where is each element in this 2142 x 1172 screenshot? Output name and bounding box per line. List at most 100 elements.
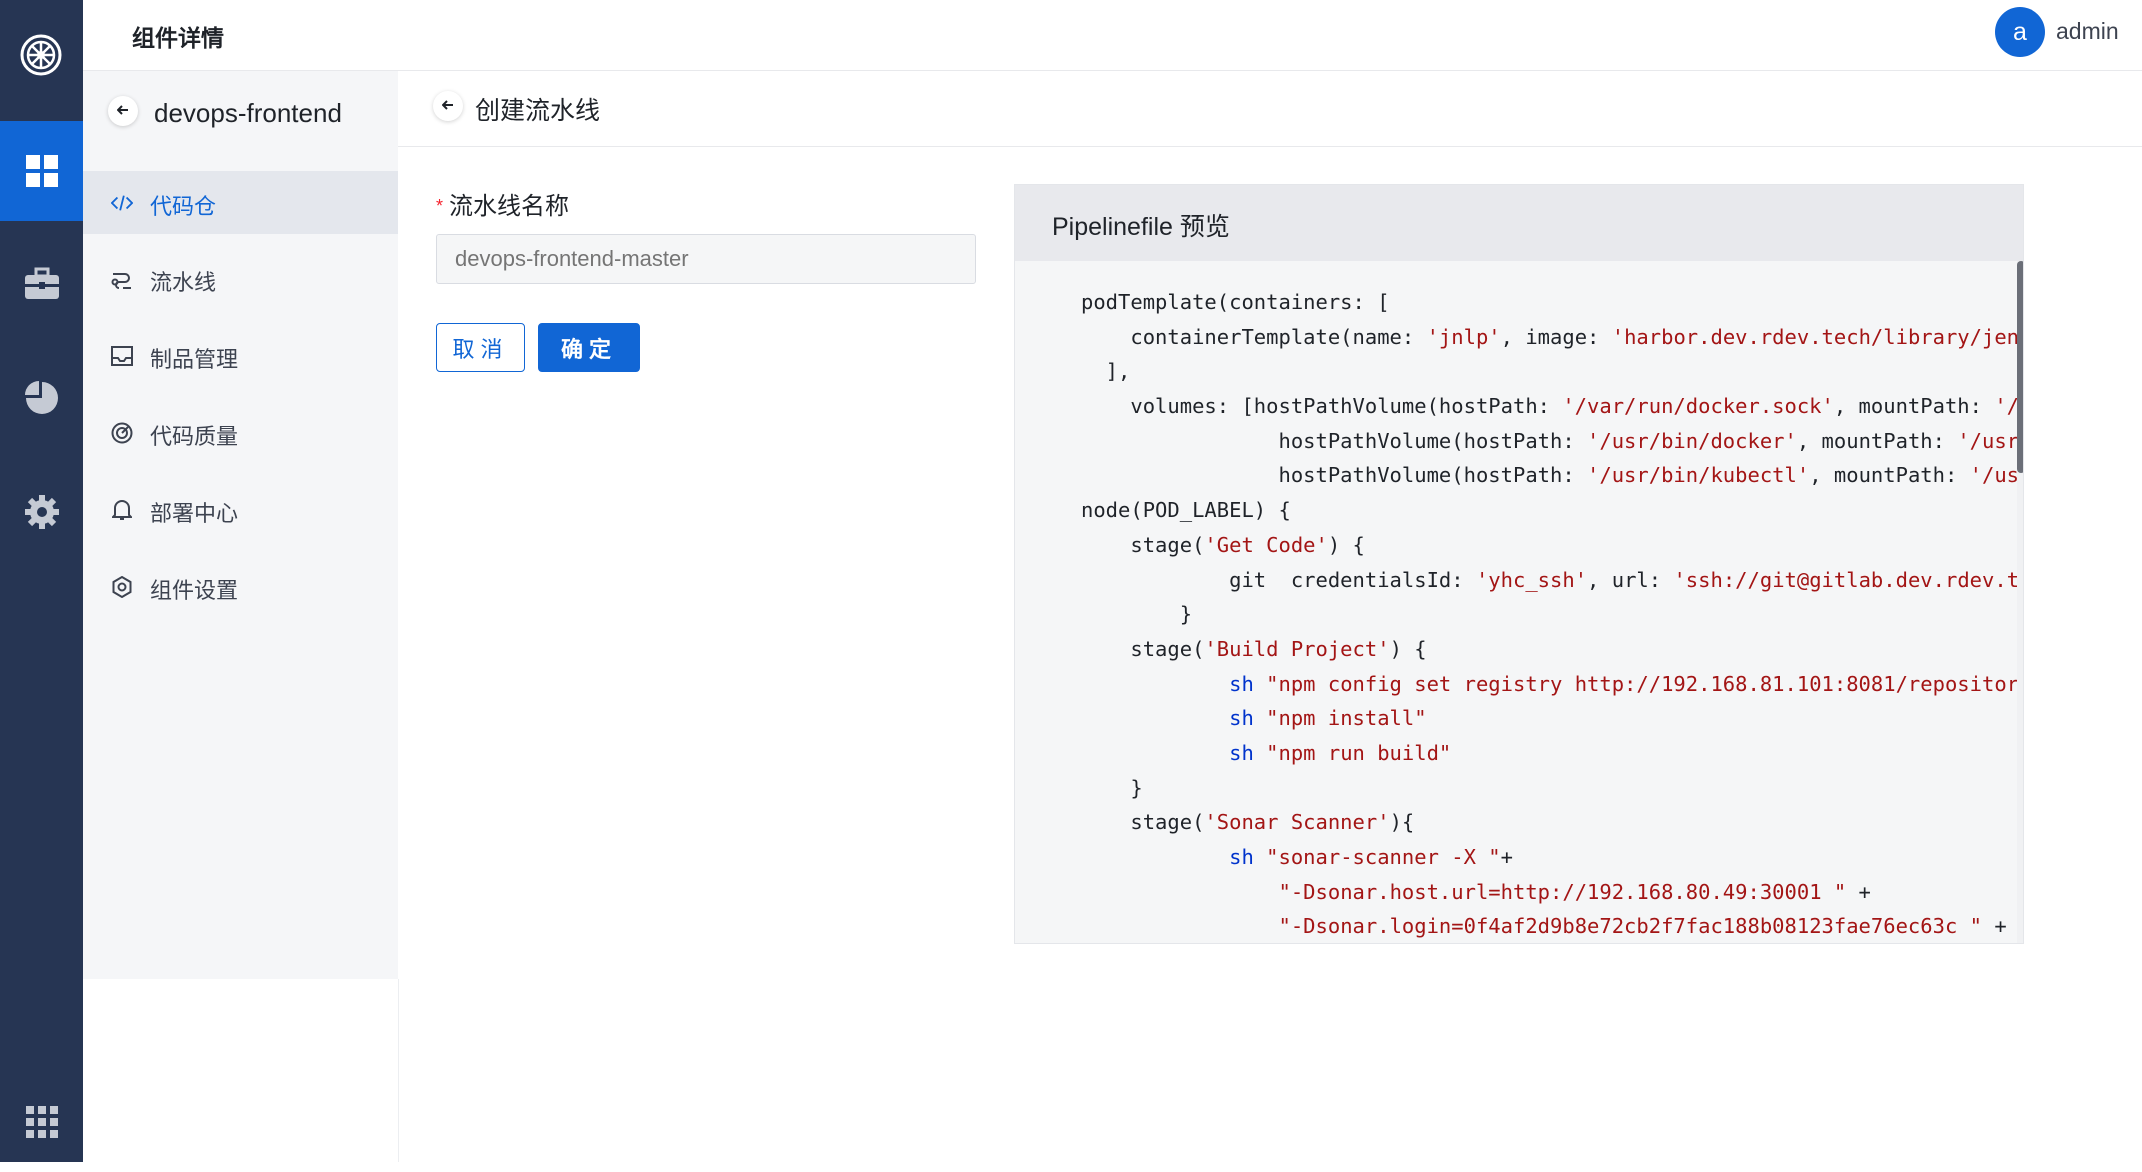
code-token: sh [1229, 740, 1254, 765]
code-line: ], [1081, 354, 2023, 389]
page-title: 组件详情 [132, 25, 224, 51]
code-token: ){ [1389, 810, 1415, 835]
code-line: sh "npm config set registry http://192.1… [1081, 667, 2024, 702]
code-view[interactable]: podTemplate(containers: [ containerTempl… [1081, 285, 2024, 943]
username[interactable]: admin [2056, 18, 2119, 45]
sidebar-item-code-quality[interactable]: 代码质量 [83, 401, 398, 464]
back-arrow-icon [116, 102, 129, 120]
code-token: 'harbor.dev.rdev.tech/library/jenk [1611, 324, 2024, 349]
code-token: , mountPath: [1809, 463, 1970, 488]
code-token: , image: [1500, 324, 1612, 349]
code-token: ) { [1389, 636, 1427, 661]
code-token: 'jnlp' [1426, 324, 1501, 349]
code-line: hostPathVolume(hostPath: '/usr/bin/kubec… [1081, 458, 2023, 493]
code-token: git credentialsId: [1081, 567, 1476, 592]
content-title: 创建流水线 [475, 97, 601, 125]
preview-header: Pipelinefile 预览 [1015, 185, 2023, 261]
pipelinefile-preview: Pipelinefile 预览 podTemplate(containers: … [1014, 184, 2024, 944]
code-token: 'Sonar Scanner' [1204, 810, 1390, 835]
rail-item-statistics[interactable] [0, 348, 83, 448]
code-token: "-Dsonar.host.url=http://192.168.80.49:3… [1278, 879, 1847, 904]
code-token: + [1500, 845, 1513, 869]
code-token: 'Build Project' [1204, 636, 1390, 661]
code-token: 'Get Code' [1204, 532, 1328, 557]
code-line: sh "npm run build" [1081, 736, 2023, 771]
code-token: sh [1229, 671, 1254, 696]
scrollbar-thumb[interactable] [2017, 261, 2023, 473]
pipeline-icon [111, 268, 133, 290]
code-line: containerTemplate(name: 'jnlp', image: '… [1081, 320, 2024, 355]
code-token: stage( [1081, 810, 1205, 835]
top-header: 组件详情 a admin [83, 0, 2142, 71]
code-token: , url: [1587, 567, 1674, 592]
apps-grid-icon [25, 1106, 58, 1138]
code-icon [111, 192, 133, 214]
code-token: hostPathVolume(hostPath: [1081, 428, 1588, 453]
sidebar-item-label: 代码仓 [150, 194, 217, 219]
code-token: podTemplate(containers: [ [1081, 290, 1390, 314]
sidebar-item-code-repo[interactable]: 代码仓 [83, 171, 398, 234]
rail-item-projects[interactable] [0, 234, 83, 334]
kubernetes-logo-icon[interactable] [17, 31, 65, 79]
code-token: '/usr/ [1957, 428, 2024, 453]
code-token: '/usr/bin/docker' [1587, 428, 1797, 453]
code-token: ) { [1327, 532, 1365, 557]
rail-item-dashboard[interactable] [0, 121, 83, 221]
grid-dashboard-icon [24, 153, 60, 189]
code-token: "npm config set registry http://192.168.… [1266, 671, 2024, 696]
content-back-button[interactable] [433, 91, 463, 121]
briefcase-icon [24, 267, 60, 301]
sidebar-item-component-settings[interactable]: 组件设置 [83, 555, 398, 618]
code-token: 'yhc_ssh' [1475, 567, 1588, 592]
avatar[interactable]: a [1995, 7, 2045, 57]
content-header: 创建流水线 [398, 71, 2142, 147]
code-token: node(POD_LABEL) { [1081, 498, 1291, 523]
code-token: '/usr [1969, 463, 2023, 488]
component-name: devops-frontend [154, 98, 342, 128]
code-token: , mountPath: [1796, 428, 1958, 453]
sidebar-item-label: 组件设置 [150, 578, 239, 603]
sidebar-back-button[interactable] [108, 96, 138, 126]
code-token: "npm run build" [1266, 740, 1452, 765]
sidebar-item-deploy-center[interactable]: 部署中心 [83, 478, 398, 541]
code-line: } [1081, 771, 2023, 806]
code-line: sh "npm install" [1081, 701, 2023, 736]
sidebar-item-label: 制品管理 [150, 347, 239, 372]
sidebar-footer-area [83, 979, 399, 1162]
pipeline-name-input[interactable] [436, 234, 976, 284]
preview-title: Pipelinefile 预览 [1052, 213, 1230, 241]
bell-icon [111, 499, 133, 521]
code-token: "sonar-scanner -X " [1266, 845, 1501, 869]
code-line: node(POD_LABEL) { [1081, 493, 2023, 528]
code-token: , mountPath: [1833, 394, 1995, 419]
cancel-button[interactable]: 取消 [436, 323, 525, 372]
code-line: volumes: [hostPathVolume(hostPath: '/var… [1081, 389, 2023, 424]
required-mark: * [436, 196, 444, 216]
code-token: ], [1081, 359, 1131, 384]
code-token: 'ssh://git@gitlab.dev.rdev.te [1673, 567, 2024, 592]
sidebar-item-pipeline[interactable]: 流水线 [83, 247, 398, 310]
code-token: } [1081, 775, 1143, 800]
code-line: stage('Build Project') { [1081, 632, 2023, 667]
code-token: hostPathVolume(hostPath: [1081, 463, 1588, 488]
code-token: containerTemplate(name: [1081, 324, 1427, 349]
rail-item-apps[interactable] [0, 1072, 83, 1172]
code-token: volumes: [hostPathVolume(hostPath: [1081, 394, 1563, 419]
code-token: stage( [1081, 532, 1205, 557]
rail-item-settings[interactable] [0, 462, 83, 562]
code-line: podTemplate(containers: [ [1081, 285, 2023, 320]
back-arrow-icon [441, 97, 454, 115]
sidebar-item-artifacts[interactable]: 制品管理 [83, 324, 398, 387]
code-line: "-Dsonar.host.url=http://192.168.80.49:3… [1081, 875, 2023, 910]
code-line: } [1081, 597, 2023, 632]
component-sidebar: devops-frontend 代码仓 流水线 制品管理 代码质量 部署中心 组 [83, 71, 399, 1162]
confirm-button[interactable]: 确定 [538, 323, 640, 372]
